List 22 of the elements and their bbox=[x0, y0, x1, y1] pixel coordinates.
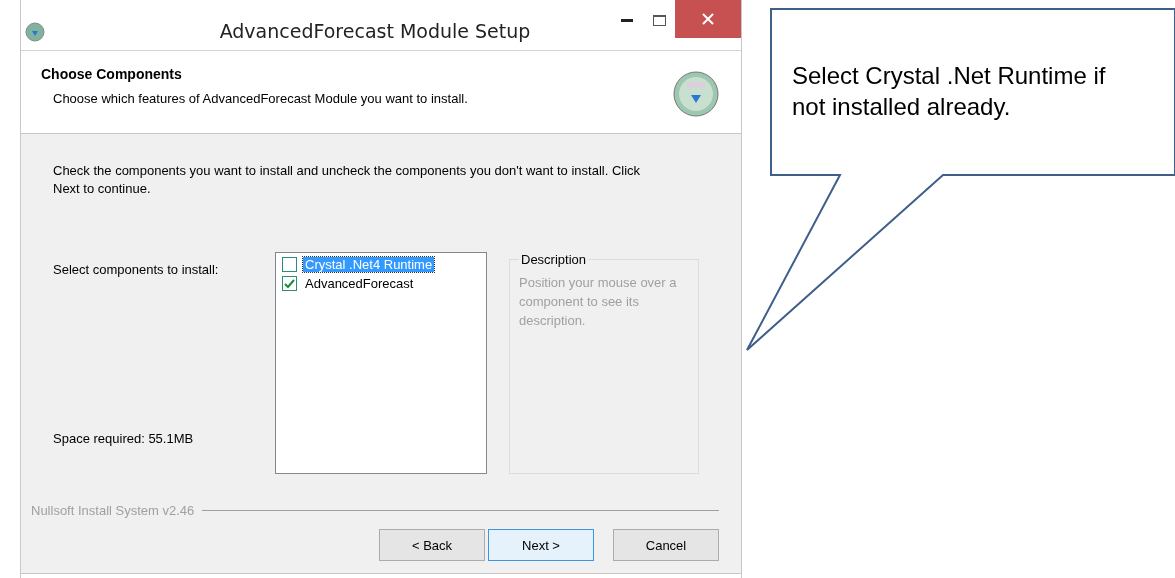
window-title: AdvancedForecast Module Setup bbox=[219, 20, 531, 42]
page-heading: Choose Components bbox=[41, 66, 183, 82]
dialog-button[interactable]: Next > bbox=[488, 529, 594, 561]
checkbox[interactable] bbox=[282, 257, 297, 272]
instructions-text: Check the components you want to install and uncheck the components you don't want to install. Click Next to continue. bbox=[53, 162, 642, 198]
select-label: Select components to install: bbox=[53, 262, 220, 277]
branding-text: Nullsoft Install System v2.46 bbox=[31, 503, 195, 518]
maximize-icon[interactable] bbox=[652, 14, 666, 26]
callout-text: Select Crystal .Net Runtime if not installed already. bbox=[792, 61, 1107, 122]
close-button[interactable] bbox=[675, 0, 741, 38]
dialog-button[interactable]: < Back bbox=[379, 529, 485, 561]
dialog-button[interactable]: Cancel bbox=[613, 529, 719, 561]
installer-icon bbox=[25, 22, 45, 42]
page-subtitle: Choose which features of AdvancedForecast Module you want to install. bbox=[53, 91, 468, 106]
installer-icon bbox=[673, 71, 719, 117]
group-title: Description bbox=[520, 252, 588, 267]
close-icon bbox=[702, 13, 714, 25]
checkbox[interactable] bbox=[282, 276, 297, 291]
description-text: Position your mouse over a component to see its description. bbox=[519, 274, 678, 330]
space-required-text: Space required: 55.1MB bbox=[53, 431, 195, 446]
component-item[interactable]: AdvancedForecast bbox=[303, 276, 416, 291]
minimize-icon[interactable] bbox=[621, 18, 633, 22]
